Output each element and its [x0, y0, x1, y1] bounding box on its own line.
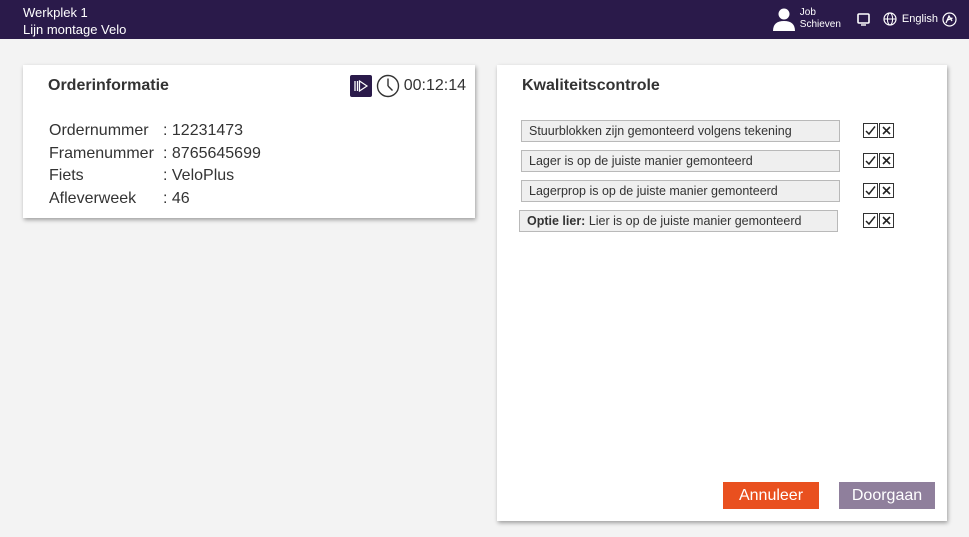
close-icon	[882, 216, 891, 225]
check-item-text: Lagerprop is op de juiste manier gemonte…	[529, 184, 778, 198]
check-item-text: Stuurblokken zijn gemonteerd volgens tek…	[529, 124, 792, 138]
check-item-actions	[863, 183, 895, 198]
globe-icon	[883, 12, 897, 26]
check-item-text: Lager is op de juiste manier gemonteerd	[529, 154, 753, 168]
check-item-actions	[863, 123, 895, 138]
framenummer-label: Framenummer	[49, 144, 154, 162]
language-label: English	[901, 13, 938, 25]
check-item-label: Lagerprop is op de juiste manier gemonte…	[521, 180, 840, 202]
close-icon	[882, 126, 891, 135]
check-icon	[865, 126, 876, 136]
check-icon	[865, 186, 876, 196]
timer-value: 00:12:14	[403, 77, 466, 94]
quality-control-panel: Kwaliteitscontrole Stuurblokken zijn gem…	[497, 65, 947, 521]
check-item-label: Stuurblokken zijn gemonteerd volgens tek…	[521, 120, 840, 142]
reject-button[interactable]	[879, 213, 894, 228]
order-timer: 00:12:14	[349, 74, 466, 98]
order-field-row: Ordernummer : 12231473	[49, 120, 261, 143]
close-icon	[882, 156, 891, 165]
afleverweek-value: : 46	[163, 189, 190, 207]
workstation-name: Werkplek 1	[23, 5, 88, 20]
check-icon	[865, 156, 876, 166]
line-name: Lijn montage Velo	[23, 22, 127, 37]
check-item-actions	[863, 153, 895, 168]
cancel-button[interactable]: Annuleer	[723, 482, 819, 509]
user-first-name: Job	[799, 7, 816, 18]
fiets-value: : VeloPlus	[163, 167, 235, 184]
fiets-label: Fiets	[49, 167, 84, 184]
approve-button[interactable]	[863, 183, 878, 198]
brand-logo-icon	[942, 11, 957, 27]
framenummer-value: : 8765645699	[163, 144, 261, 162]
afleverweek-label: Afleverweek	[49, 189, 137, 207]
continue-button[interactable]: Doorgaan	[839, 482, 935, 509]
reject-button[interactable]	[879, 153, 894, 168]
order-info-panel: Orderinformatie 00:12:14 Ordernummer : 1…	[23, 65, 475, 218]
order-field-row: Afleverweek : 46	[49, 188, 261, 211]
order-field-row: Framenummer : 8765645699	[49, 143, 261, 166]
check-icon	[865, 216, 876, 226]
tablet-icon	[857, 12, 871, 26]
order-field-row: Fiets : VeloPlus	[49, 165, 261, 188]
reject-button[interactable]	[879, 183, 894, 198]
top-bar: Werkplek 1 Lijn montage Velo Job Schieve…	[0, 0, 969, 39]
check-item-actions	[863, 213, 895, 228]
workstation-info: Werkplek 1 Lijn montage Velo	[23, 4, 126, 38]
order-info-title: Orderinformatie	[48, 77, 169, 94]
check-item-prefix: Optie lier:	[527, 214, 586, 228]
clock-icon	[376, 74, 399, 98]
ordernummer-label: Ordernummer	[49, 122, 149, 139]
approve-button[interactable]	[863, 153, 878, 168]
quality-control-title: Kwaliteitscontrole	[522, 77, 660, 94]
tablet-button[interactable]	[855, 10, 873, 28]
header-actions: Job Schieven English	[772, 4, 957, 34]
user-last-name: Schieven	[799, 19, 841, 30]
user-icon	[772, 8, 795, 31]
start-timer-button[interactable]	[349, 75, 372, 97]
reject-button[interactable]	[879, 123, 894, 138]
order-fields: Ordernummer : 12231473 Framenummer : 876…	[49, 120, 261, 210]
close-icon	[882, 186, 891, 195]
check-item-text: Lier is op de juiste manier gemonteerd	[585, 214, 802, 228]
ordernummer-value: : 12231473	[163, 122, 244, 139]
approve-button[interactable]	[863, 123, 878, 138]
user-menu[interactable]: Job Schieven	[772, 7, 841, 31]
approve-button[interactable]	[863, 213, 878, 228]
language-selector[interactable]: English	[883, 11, 957, 27]
check-item-label: Optie lier: Lier is op de juiste manier …	[519, 210, 838, 232]
check-item-label: Lager is op de juiste manier gemonteerd	[521, 150, 840, 172]
play-icon	[354, 80, 368, 92]
user-name: Job Schieven	[800, 7, 841, 31]
